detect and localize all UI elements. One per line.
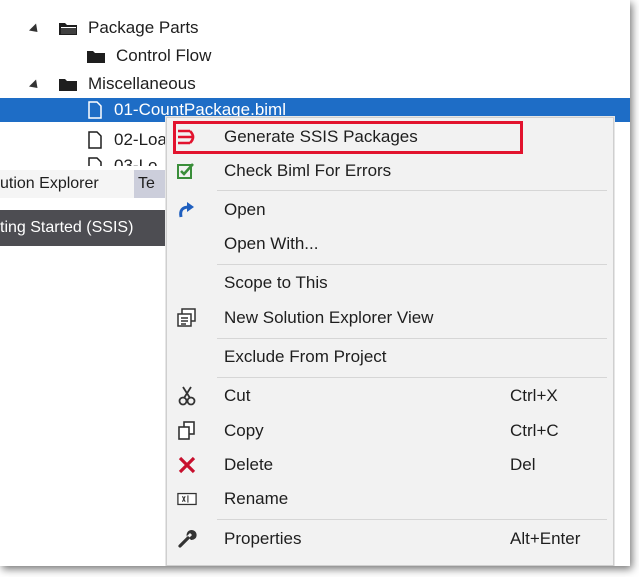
tree-item-label: Control Flow bbox=[116, 46, 212, 65]
folder-icon bbox=[59, 79, 77, 91]
tree-item-label: 03-Lo bbox=[114, 156, 158, 166]
menu-separator bbox=[217, 338, 607, 339]
panel-tabstrip: ution Explorer Te bbox=[0, 170, 170, 198]
context-menu: Generate SSIS Packages Check Biml For Er… bbox=[166, 117, 614, 566]
menu-item-open-with[interactable]: Open With... bbox=[167, 227, 613, 261]
tree-item-miscellaneous[interactable]: Miscellaneous bbox=[0, 70, 630, 98]
new-view-icon bbox=[177, 308, 197, 328]
menu-separator bbox=[217, 377, 607, 378]
menu-item-label: Exclude From Project bbox=[224, 347, 387, 366]
tree-item-label: Miscellaneous bbox=[88, 74, 196, 93]
rename-icon bbox=[177, 489, 197, 509]
highlight-annotation-box bbox=[173, 121, 523, 154]
file-icon bbox=[88, 101, 102, 119]
delete-x-icon bbox=[177, 455, 197, 475]
open-arrow-icon bbox=[177, 200, 197, 220]
screenshot-frame: Package Parts Control Flow Miscellaneous… bbox=[0, 0, 630, 566]
menu-item-scope-to-this[interactable]: Scope to This bbox=[167, 266, 613, 300]
menu-item-shortcut: Ctrl+X bbox=[510, 386, 558, 405]
expanded-arrow-icon[interactable] bbox=[28, 23, 42, 36]
menu-item-label: Properties bbox=[224, 529, 302, 548]
menu-separator bbox=[217, 519, 607, 520]
panel-header: ting Started (SSIS) bbox=[0, 210, 170, 246]
menu-item-cut[interactable]: Cut Ctrl+X bbox=[167, 379, 613, 413]
scissors-icon bbox=[177, 386, 197, 406]
menu-item-exclude-from-project[interactable]: Exclude From Project bbox=[167, 340, 613, 374]
menu-item-properties[interactable]: Properties Alt+Enter bbox=[167, 522, 613, 556]
folder-icon bbox=[59, 23, 77, 35]
menu-item-label: New Solution Explorer View bbox=[224, 308, 434, 327]
menu-item-label: Delete bbox=[224, 455, 274, 474]
file-icon bbox=[88, 131, 102, 149]
tree-item-package-parts[interactable]: Package Parts bbox=[0, 14, 630, 42]
menu-item-shortcut: Ctrl+C bbox=[510, 421, 559, 440]
tree-item-label: Package Parts bbox=[88, 18, 199, 37]
menu-item-new-solution-explorer-view[interactable]: New Solution Explorer View bbox=[167, 301, 613, 335]
folder-icon bbox=[87, 51, 105, 63]
check-biml-icon bbox=[177, 161, 197, 181]
menu-item-label: Rename bbox=[224, 489, 289, 508]
tree-item-02[interactable]: 02-Loa bbox=[0, 126, 170, 154]
menu-item-label: Open bbox=[224, 200, 266, 219]
menu-item-delete[interactable]: Delete Del bbox=[167, 448, 613, 482]
menu-separator bbox=[217, 264, 607, 265]
menu-item-check-biml[interactable]: Check Biml For Errors bbox=[167, 154, 613, 188]
menu-item-shortcut: Del bbox=[510, 455, 536, 474]
tree-item-label: 02-Loa bbox=[114, 130, 167, 149]
menu-separator bbox=[217, 190, 607, 191]
wrench-icon bbox=[177, 529, 197, 549]
menu-item-copy[interactable]: Copy Ctrl+C bbox=[167, 414, 613, 448]
file-icon bbox=[88, 157, 102, 166]
expanded-arrow-icon[interactable] bbox=[28, 79, 42, 92]
menu-item-open[interactable]: Open bbox=[167, 193, 613, 227]
tree-item-control-flow[interactable]: Control Flow bbox=[0, 42, 630, 70]
tab-solution-explorer[interactable]: ution Explorer bbox=[0, 170, 134, 198]
menu-item-shortcut: Alt+Enter bbox=[510, 529, 581, 548]
menu-item-label: Cut bbox=[224, 386, 251, 405]
menu-item-label: Scope to This bbox=[224, 273, 328, 292]
tree-item-03[interactable]: 03-Lo bbox=[0, 152, 170, 166]
menu-item-label: Open With... bbox=[224, 234, 319, 253]
menu-item-label: Check Biml For Errors bbox=[224, 161, 392, 180]
menu-item-label: Copy bbox=[224, 421, 264, 440]
copy-icon bbox=[177, 421, 197, 441]
menu-item-rename[interactable]: Rename bbox=[167, 482, 613, 516]
